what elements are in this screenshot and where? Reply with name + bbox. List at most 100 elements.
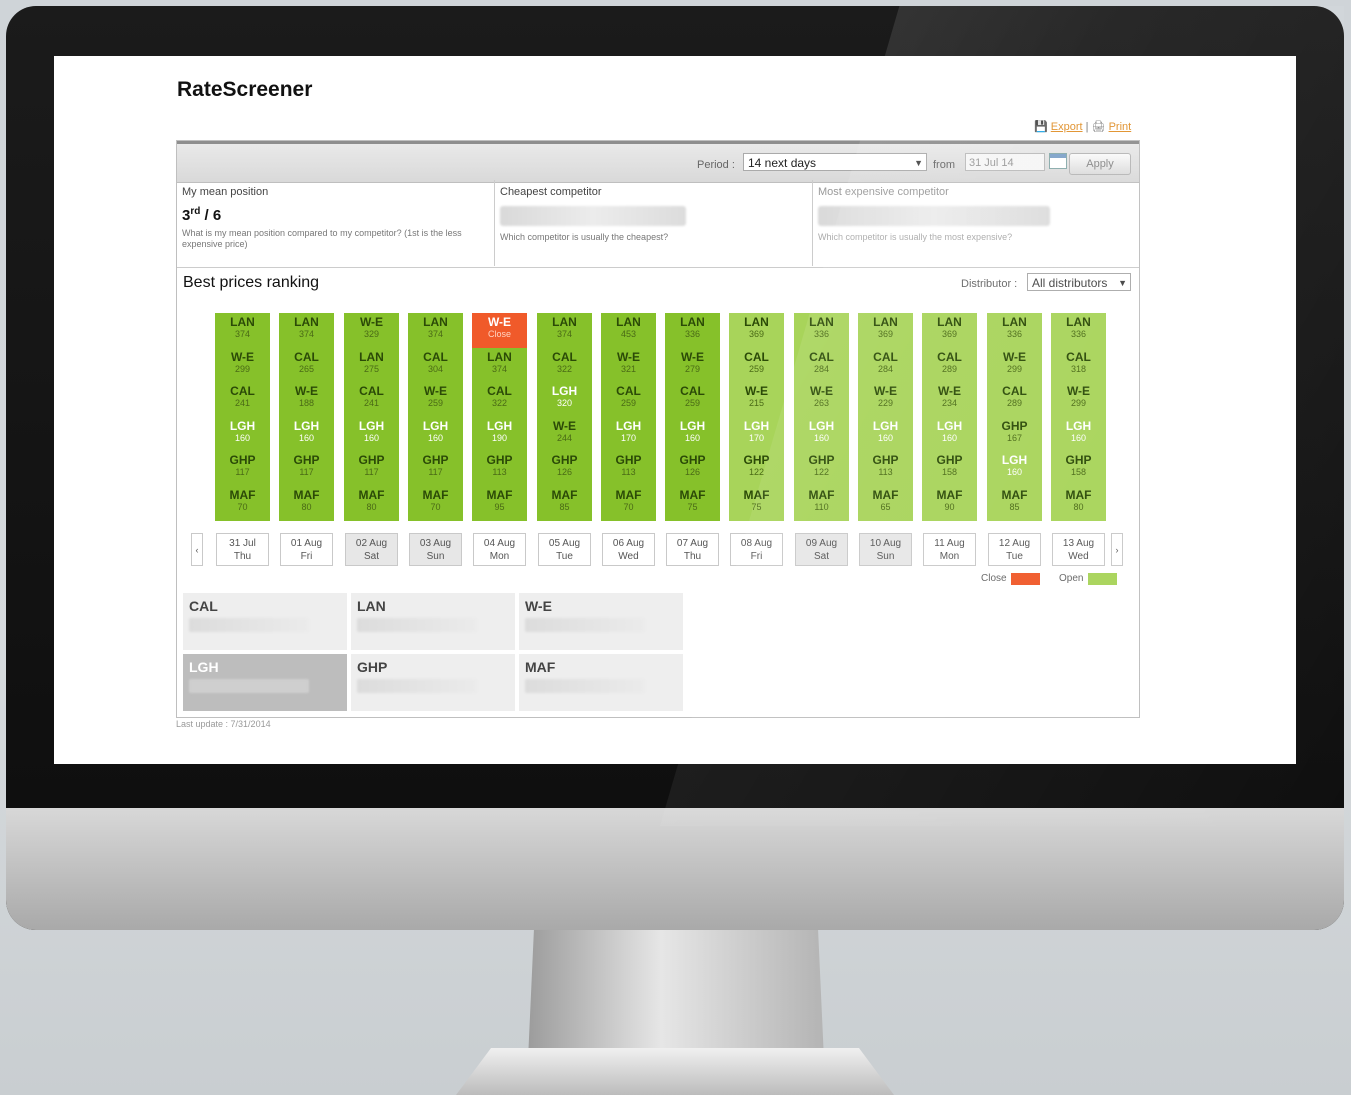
ranking-cell[interactable]: W-E 299 — [215, 347, 270, 383]
ranking-cell[interactable]: MAF 70 — [408, 485, 463, 521]
competitor-card-own[interactable]: LGH — [183, 654, 347, 711]
ranking-cell[interactable]: LAN 275 — [344, 347, 399, 383]
ranking-cell[interactable]: GHP 158 — [922, 451, 977, 486]
ranking-cell[interactable]: W-E 188 — [279, 382, 334, 417]
ranking-cell[interactable]: LAN 374 — [537, 313, 592, 348]
date-button[interactable]: 09 Aug Sat — [795, 533, 848, 566]
ranking-cell[interactable]: LAN 453 — [601, 313, 656, 348]
date-button[interactable]: 11 Aug Mon — [923, 533, 976, 566]
ranking-cell[interactable]: LGH 160 — [665, 416, 720, 452]
next-arrow-icon[interactable]: › — [1111, 533, 1123, 566]
from-date-input[interactable]: 31 Jul 14 — [965, 153, 1045, 171]
distributor-select[interactable]: All distributors ▼ — [1027, 273, 1131, 291]
ranking-cell[interactable]: LAN 336 — [794, 313, 849, 348]
ranking-cell[interactable]: GHP 126 — [665, 451, 720, 486]
ranking-cell[interactable]: GHP 113 — [601, 451, 656, 486]
ranking-cell[interactable]: CAL 241 — [344, 382, 399, 417]
ranking-cell[interactable]: MAF 70 — [601, 485, 656, 521]
ranking-cell[interactable]: LAN 336 — [987, 313, 1042, 348]
ranking-cell[interactable]: MAF 85 — [987, 485, 1042, 521]
ranking-cell[interactable]: W-E 299 — [987, 347, 1042, 383]
ranking-cell[interactable]: CAL 322 — [472, 382, 527, 417]
ranking-cell[interactable]: MAF 80 — [344, 485, 399, 521]
ranking-cell[interactable]: GHP 167 — [987, 416, 1042, 452]
date-button[interactable]: 02 Aug Sat — [345, 533, 398, 566]
ranking-cell[interactable]: LAN 374 — [279, 313, 334, 348]
export-link[interactable]: Export — [1051, 121, 1083, 133]
ranking-cell[interactable]: MAF 80 — [1051, 485, 1106, 521]
ranking-cell[interactable]: CAL 284 — [794, 347, 849, 383]
competitor-card[interactable]: MAF — [519, 654, 683, 711]
ranking-cell[interactable]: LGH 320 — [537, 382, 592, 417]
ranking-cell[interactable]: CAL 289 — [987, 382, 1042, 417]
ranking-cell[interactable]: LAN 369 — [729, 313, 784, 348]
ranking-cell[interactable]: CAL 259 — [601, 382, 656, 417]
ranking-cell[interactable]: GHP 113 — [858, 451, 913, 486]
ranking-cell[interactable]: LAN 336 — [665, 313, 720, 348]
ranking-cell[interactable]: MAF 90 — [922, 485, 977, 521]
ranking-cell[interactable]: GHP 126 — [537, 451, 592, 486]
ranking-cell[interactable]: MAF 80 — [279, 485, 334, 521]
competitor-card[interactable]: LAN — [351, 593, 515, 650]
ranking-cell[interactable]: LAN 374 — [215, 313, 270, 348]
ranking-cell[interactable]: LGH 160 — [858, 416, 913, 452]
date-button[interactable]: 01 Aug Fri — [280, 533, 333, 566]
ranking-cell[interactable]: W-E 234 — [922, 382, 977, 417]
ranking-cell[interactable]: W-E 229 — [858, 382, 913, 417]
ranking-cell[interactable]: W-E 329 — [344, 313, 399, 348]
ranking-cell[interactable]: MAF 110 — [794, 485, 849, 521]
ranking-cell[interactable]: W-E 263 — [794, 382, 849, 417]
ranking-cell[interactable]: LGH 160 — [922, 416, 977, 452]
ranking-cell[interactable]: GHP 117 — [344, 451, 399, 486]
ranking-cell[interactable]: MAF 65 — [858, 485, 913, 521]
ranking-cell[interactable]: GHP 122 — [794, 451, 849, 486]
print-link[interactable]: Print — [1109, 121, 1132, 133]
ranking-cell[interactable]: LAN 369 — [858, 313, 913, 348]
ranking-cell[interactable]: CAL 284 — [858, 347, 913, 383]
ranking-cell[interactable]: CAL 259 — [665, 382, 720, 417]
ranking-cell[interactable]: GHP 158 — [1051, 451, 1106, 486]
ranking-cell[interactable]: LGH 160 — [1051, 416, 1106, 452]
apply-button[interactable]: Apply — [1069, 153, 1131, 175]
ranking-cell[interactable]: LGH 170 — [601, 416, 656, 452]
ranking-cell[interactable]: W-E 244 — [537, 416, 592, 452]
competitor-card[interactable]: CAL — [183, 593, 347, 650]
ranking-cell[interactable]: W-E 215 — [729, 382, 784, 417]
ranking-cell[interactable]: MAF 75 — [665, 485, 720, 521]
ranking-cell[interactable]: GHP 117 — [408, 451, 463, 486]
ranking-cell[interactable]: LAN 374 — [408, 313, 463, 348]
competitor-card[interactable]: W-E — [519, 593, 683, 650]
ranking-cell[interactable]: W-E 259 — [408, 382, 463, 417]
date-button[interactable]: 05 Aug Tue — [538, 533, 591, 566]
ranking-cell[interactable]: GHP 113 — [472, 451, 527, 486]
competitor-card[interactable]: GHP — [351, 654, 515, 711]
ranking-cell[interactable]: W-E Close — [472, 313, 527, 348]
ranking-cell[interactable]: GHP 122 — [729, 451, 784, 486]
date-button[interactable]: 10 Aug Sun — [859, 533, 912, 566]
date-button[interactable]: 31 Jul Thu — [216, 533, 269, 566]
ranking-cell[interactable]: LGH 160 — [408, 416, 463, 452]
ranking-cell[interactable]: CAL 318 — [1051, 347, 1106, 383]
ranking-cell[interactable]: LGH 190 — [472, 416, 527, 452]
ranking-cell[interactable]: MAF 95 — [472, 485, 527, 521]
ranking-cell[interactable]: MAF 75 — [729, 485, 784, 521]
date-button[interactable]: 08 Aug Fri — [730, 533, 783, 566]
ranking-cell[interactable]: LGH 160 — [794, 416, 849, 452]
ranking-cell[interactable]: CAL 259 — [729, 347, 784, 383]
ranking-cell[interactable]: GHP 117 — [279, 451, 334, 486]
ranking-cell[interactable]: W-E 321 — [601, 347, 656, 383]
ranking-cell[interactable]: LGH 160 — [279, 416, 334, 452]
ranking-cell[interactable]: CAL 289 — [922, 347, 977, 383]
prev-arrow-icon[interactable]: ‹ — [191, 533, 203, 566]
period-select[interactable]: 14 next days ▼ — [743, 153, 927, 171]
ranking-cell[interactable]: CAL 304 — [408, 347, 463, 383]
ranking-cell[interactable]: W-E 279 — [665, 347, 720, 383]
ranking-cell[interactable]: LGH 160 — [215, 416, 270, 452]
ranking-cell[interactable]: LGH 170 — [729, 416, 784, 452]
ranking-cell[interactable]: LAN 374 — [472, 347, 527, 383]
ranking-cell[interactable]: LAN 336 — [1051, 313, 1106, 348]
ranking-cell[interactable]: LGH 160 — [987, 451, 1042, 486]
ranking-cell[interactable]: LAN 369 — [922, 313, 977, 348]
date-button[interactable]: 03 Aug Sun — [409, 533, 462, 566]
date-button[interactable]: 07 Aug Thu — [666, 533, 719, 566]
